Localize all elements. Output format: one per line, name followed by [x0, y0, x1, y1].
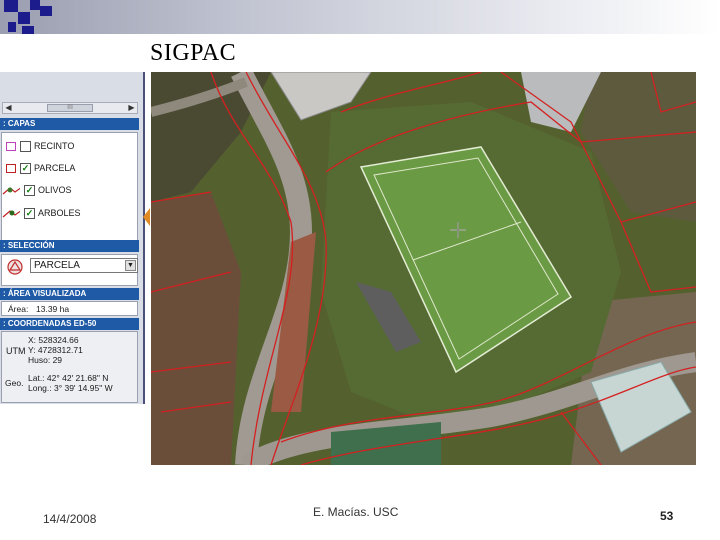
geo-lat: Lat.: 42° 42' 21.68" N — [28, 373, 109, 383]
utm-label: UTM — [6, 346, 26, 356]
layer-parcela[interactable]: ✓ PARCELA — [6, 161, 75, 175]
recinto-swatch-icon — [6, 142, 16, 152]
decor-square — [4, 0, 18, 12]
decor-square — [18, 12, 30, 24]
layer-recinto[interactable]: RECINTO — [6, 139, 74, 153]
scroll-thumb[interactable]: III — [47, 104, 93, 112]
seleccion-header: : SELECCIÓN — [0, 240, 139, 252]
utm-y: Y: 4728312.71 — [28, 345, 83, 355]
parcela-checkbox[interactable]: ✓ — [20, 163, 31, 175]
olivos-icon — [2, 187, 20, 195]
capas-header: : CAPAS — [0, 118, 139, 130]
scroll-right-icon[interactable]: ▶ — [126, 103, 137, 113]
recinto-checkbox[interactable] — [20, 141, 31, 153]
decor-square — [40, 6, 52, 16]
coords-box: UTM X: 528324.66 Y: 4728312.71 Huso: 29 … — [1, 331, 138, 403]
area-header: : ÁREA VISUALIZADA — [0, 288, 139, 300]
selection-tool-icon[interactable] — [6, 258, 24, 276]
decor-square — [8, 22, 16, 32]
scroll-left-icon[interactable]: ◀ — [3, 103, 14, 113]
selection-dropdown[interactable]: PARCELA ▼ — [30, 258, 138, 273]
parcela-swatch-icon — [6, 164, 16, 174]
selection-value: PARCELA — [34, 260, 80, 271]
aerial-map[interactable] — [151, 72, 696, 465]
layer-label: PARCELA — [34, 163, 76, 173]
layer-olivos[interactable]: ✓ OLIVOS — [2, 183, 72, 197]
area-label: Área: — [8, 304, 29, 314]
footer-author: E. Macías. USC — [313, 505, 399, 519]
slide-header-bar — [0, 0, 720, 34]
geo-long: Long.: 3° 39' 14.95" W — [28, 383, 113, 393]
page-number: 53 — [660, 509, 674, 523]
footer-date: 14/4/2008 — [43, 512, 97, 526]
area-box: Área: 13.39 ha — [1, 301, 138, 316]
selection-box: PARCELA ▼ — [1, 254, 138, 286]
decor-square — [22, 26, 34, 34]
coords-header: : COORDENADAS ED-50 — [0, 318, 139, 330]
layer-label: ARBOLES — [38, 208, 81, 218]
utm-huso: Huso: 29 — [28, 355, 63, 365]
layer-label: OLIVOS — [38, 185, 72, 195]
slide-title: SIGPAC — [150, 40, 237, 66]
layer-label: RECINTO — [34, 141, 75, 151]
utm-x: X: 528324.66 — [28, 335, 79, 345]
map-canvas — [151, 72, 696, 465]
olivos-checkbox[interactable]: ✓ — [24, 185, 35, 197]
arboles-checkbox[interactable]: ✓ — [24, 208, 35, 220]
horizontal-scrollbar[interactable]: ◀ III ▶ — [2, 102, 138, 114]
layers-list: RECINTO ✓ PARCELA ✓ OLIVOS ✓ ARBOLES — [1, 132, 138, 250]
chevron-down-icon[interactable]: ▼ — [125, 260, 136, 271]
sigpac-panel: ◀ III ▶ : CAPAS RECINTO ✓ PARCELA ✓ OLIVOS… — [0, 72, 145, 404]
decor-square — [30, 0, 40, 10]
arboles-icon — [2, 210, 20, 218]
area-value: 13.39 ha — [36, 304, 70, 314]
geo-label: Geo. — [5, 378, 24, 388]
layer-arboles[interactable]: ✓ ARBOLES — [2, 206, 81, 220]
